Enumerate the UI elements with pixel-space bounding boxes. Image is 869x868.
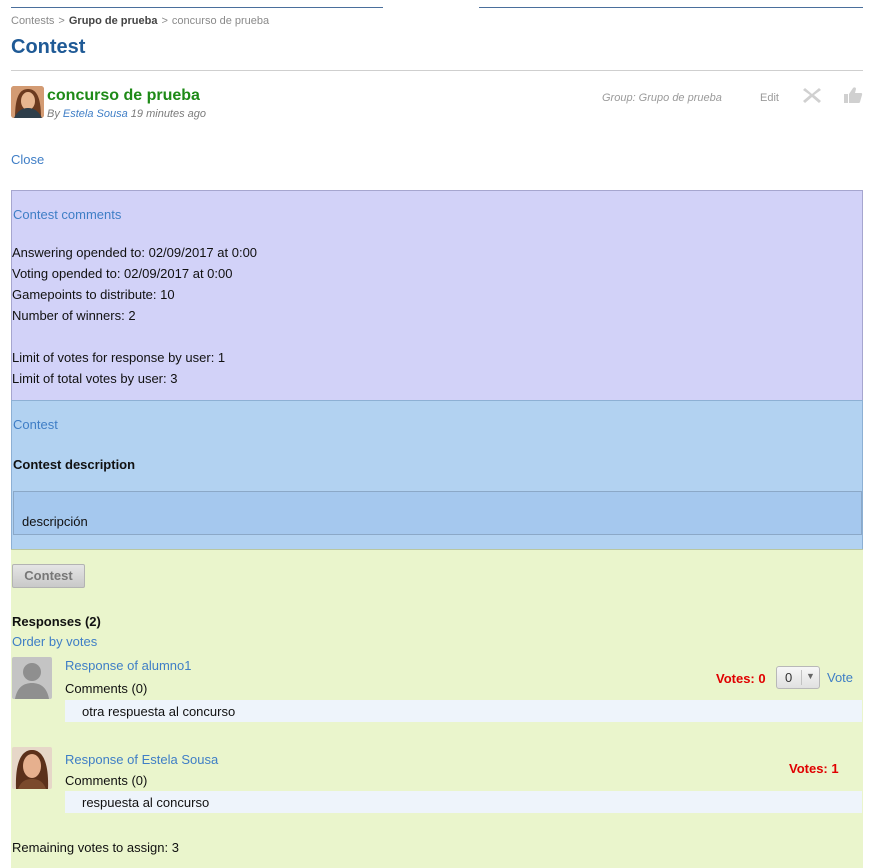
contest-heading[interactable]: Contest (13, 417, 58, 432)
author-link[interactable]: Estela Sousa (63, 108, 128, 120)
entity-title[interactable]: concurso de prueba (47, 87, 200, 105)
breadcrumb-separator: > (58, 15, 65, 27)
contest-comments-panel: Contest comments Answering opended to: 0… (11, 190, 863, 401)
close-link[interactable]: Close (11, 152, 44, 167)
response-text-estela: respuesta al concurso (82, 795, 210, 810)
response-title-estela[interactable]: Response of Estela Sousa (65, 752, 218, 767)
votes-count-estela: Votes: 1 (789, 761, 839, 776)
edit-link[interactable]: Edit (760, 92, 779, 104)
vote-select-divider (801, 670, 802, 685)
vote-select-value: 0 (785, 670, 793, 685)
voting-open-info: Voting opended to: 02/09/2017 at 0:00 (12, 266, 233, 281)
contest-description-panel: Contest Contest description descripción (11, 400, 863, 550)
chevron-down-icon: ▼ (806, 671, 815, 681)
byline: By Estela Sousa 19 minutes ago (47, 108, 206, 120)
response-text-box-estela: respuesta al concurso (65, 791, 862, 813)
response-comments-alumno1[interactable]: Comments (0) (65, 681, 147, 696)
description-text: descripción (22, 514, 88, 529)
description-box: descripción (13, 491, 862, 535)
response-text-alumno1: otra respuesta al concurso (82, 704, 236, 719)
vote-limit-total-info: Limit of total votes by user: 3 (12, 371, 178, 386)
group-label[interactable]: Group: Grupo de prueba (602, 92, 722, 104)
vote-link[interactable]: Vote (827, 670, 853, 685)
winners-info: Number of winners: 2 (12, 308, 136, 323)
gamepoints-info: Gamepoints to distribute: 10 (12, 287, 175, 302)
like-icon[interactable] (843, 86, 863, 104)
alumno1-avatar[interactable] (12, 657, 52, 699)
answering-open-info: Answering opended to: 02/09/2017 at 0:00 (12, 245, 258, 260)
title-divider (11, 70, 863, 71)
response-title-alumno1[interactable]: Response of alumno1 (65, 658, 191, 673)
responses-panel: Contest Responses (2) Order by votes Res… (11, 549, 863, 868)
estela-avatar[interactable] (12, 747, 52, 789)
contest-button[interactable]: Contest (12, 564, 85, 588)
vote-select[interactable]: 0 ▼ (776, 666, 820, 689)
breadcrumb-current: concurso de prueba (171, 15, 270, 27)
votes-count-alumno1: Votes: 0 (716, 671, 766, 686)
posted-time: 19 minutes ago (130, 108, 207, 120)
response-comments-estela[interactable]: Comments (0) (65, 773, 147, 788)
responses-title: Responses (2) (12, 614, 101, 629)
order-by-votes-link[interactable]: Order by votes (12, 634, 97, 649)
breadcrumb-separator: > (161, 15, 168, 27)
page-title: Contest (11, 36, 86, 58)
byline-prefix: By (47, 108, 60, 120)
author-avatar[interactable] (11, 86, 44, 118)
delete-icon[interactable] (802, 86, 822, 104)
breadcrumb-group[interactable]: Grupo de prueba (69, 15, 158, 27)
remaining-votes: Remaining votes to assign: 3 (12, 840, 179, 855)
vote-limit-response-info: Limit of votes for response by user: 1 (12, 350, 226, 365)
description-title: Contest description (13, 457, 136, 472)
contest-comments-heading[interactable]: Contest comments (13, 207, 121, 222)
response-text-box-alumno1: otra respuesta al concurso (65, 700, 862, 722)
header-rule-left (11, 7, 383, 8)
breadcrumb-contests[interactable]: Contests (11, 15, 54, 27)
breadcrumb: Contests > Grupo de prueba > concurso de pru… (11, 15, 269, 27)
header-rule-right (479, 7, 863, 8)
